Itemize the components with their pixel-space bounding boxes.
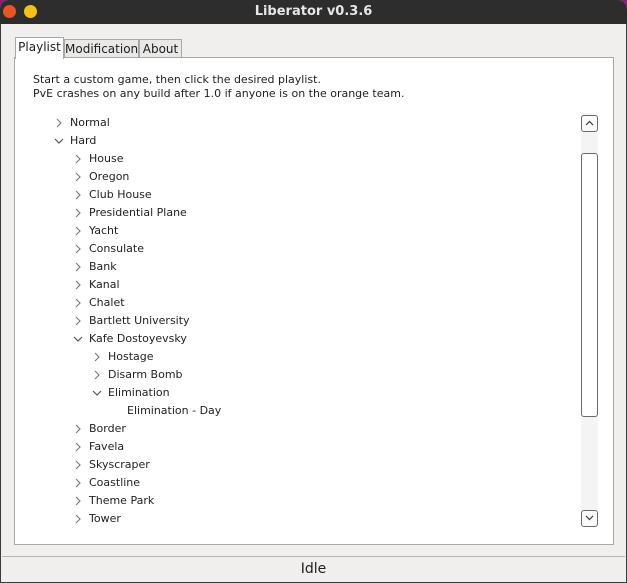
status-text: Idle	[300, 561, 327, 577]
chevron-right-icon[interactable]	[73, 276, 83, 294]
tree-item-label: Disarm Bomb	[108, 368, 183, 381]
tree-item-label: Theme Park	[89, 494, 155, 507]
tree-item-label: Elimination - Day	[127, 404, 222, 417]
chevron-right-icon[interactable]	[73, 294, 83, 312]
scroll-up-button[interactable]	[581, 115, 598, 132]
tree-item-label: Skyscraper	[89, 458, 150, 471]
chevron-down-icon[interactable]	[92, 384, 102, 402]
chevron-right-icon[interactable]	[73, 438, 83, 456]
tree-item-label: House	[89, 152, 124, 165]
tree-item-label: Oregon	[89, 170, 130, 183]
chevron-right-icon[interactable]	[73, 168, 83, 186]
chevron-right-icon[interactable]	[73, 312, 83, 330]
tree-item-label: Tower	[89, 512, 121, 525]
chevron-right-icon[interactable]	[73, 240, 83, 258]
chevron-right-icon[interactable]	[73, 186, 83, 204]
tree-item-label: Bartlett University	[89, 314, 190, 327]
window-title: Liberator v0.3.6	[254, 4, 373, 19]
chevron-right-icon[interactable]	[73, 510, 83, 528]
app-window: Liberator v0.3.6 Playlist Modifications …	[0, 0, 627, 583]
chevron-down-icon[interactable]	[54, 132, 64, 150]
tree-item-label: Hard	[70, 134, 97, 147]
instruction-line-2: PvE crashes on any build after 1.0 if an…	[33, 87, 405, 100]
tree-item-label: Kafe Dostoyevsky	[89, 332, 187, 345]
tree-item-label: Presidential Plane	[89, 206, 187, 219]
instructions: Start a custom game, then click the desi…	[33, 73, 404, 101]
chevron-right-icon[interactable]	[73, 150, 83, 168]
chevron-right-icon[interactable]	[73, 204, 83, 222]
status-bar: Idle	[2, 556, 625, 582]
chevron-right-icon[interactable]	[73, 420, 83, 438]
tree-item-label: Coastline	[89, 476, 141, 489]
chevron-down-icon	[585, 515, 594, 521]
chevron-right-icon[interactable]	[73, 456, 83, 474]
chevron-right-icon[interactable]	[92, 366, 102, 384]
tab-about[interactable]: About	[139, 39, 182, 57]
title-bar[interactable]: Liberator v0.3.6	[0, 0, 627, 24]
tree-item-label: Hostage	[108, 350, 154, 363]
chevron-right-icon[interactable]	[73, 474, 83, 492]
tree-item-label: Bank	[89, 260, 117, 273]
tree-item-label: Normal	[70, 116, 110, 129]
chevron-right-icon[interactable]	[73, 492, 83, 510]
chevron-right-icon[interactable]	[73, 258, 83, 276]
playlist-tree[interactable]: Normal Hard House Oregon Club House President…	[15, 114, 575, 532]
tree-item-label: Club House	[89, 188, 152, 201]
tree-item-label: Favela	[89, 440, 125, 453]
instruction-line-1: Start a custom game, then click the desi…	[33, 73, 321, 86]
chevron-up-icon	[585, 120, 594, 126]
chevron-down-icon[interactable]	[73, 330, 83, 348]
playlist-panel: Start a custom game, then click the desi…	[14, 57, 614, 545]
scroll-down-button[interactable]	[581, 510, 598, 527]
tree-item-label: Yacht	[89, 224, 119, 237]
tab-playlist[interactable]: Playlist	[15, 37, 64, 59]
tree-item-label: Consulate	[89, 242, 144, 255]
tree-item-label: Chalet	[89, 296, 125, 309]
tree-item-label: Kanal	[89, 278, 120, 291]
scroll-thumb[interactable]	[581, 153, 598, 417]
chevron-right-icon[interactable]	[73, 222, 83, 240]
tab-modifications[interactable]: Modifications	[64, 39, 144, 57]
chevron-right-icon[interactable]	[54, 114, 64, 132]
chevron-right-icon[interactable]	[92, 348, 102, 366]
tree-scrollbar[interactable]	[581, 113, 598, 527]
tree-item-label: Border	[89, 422, 126, 435]
tree-item-label: Elimination	[108, 386, 170, 399]
